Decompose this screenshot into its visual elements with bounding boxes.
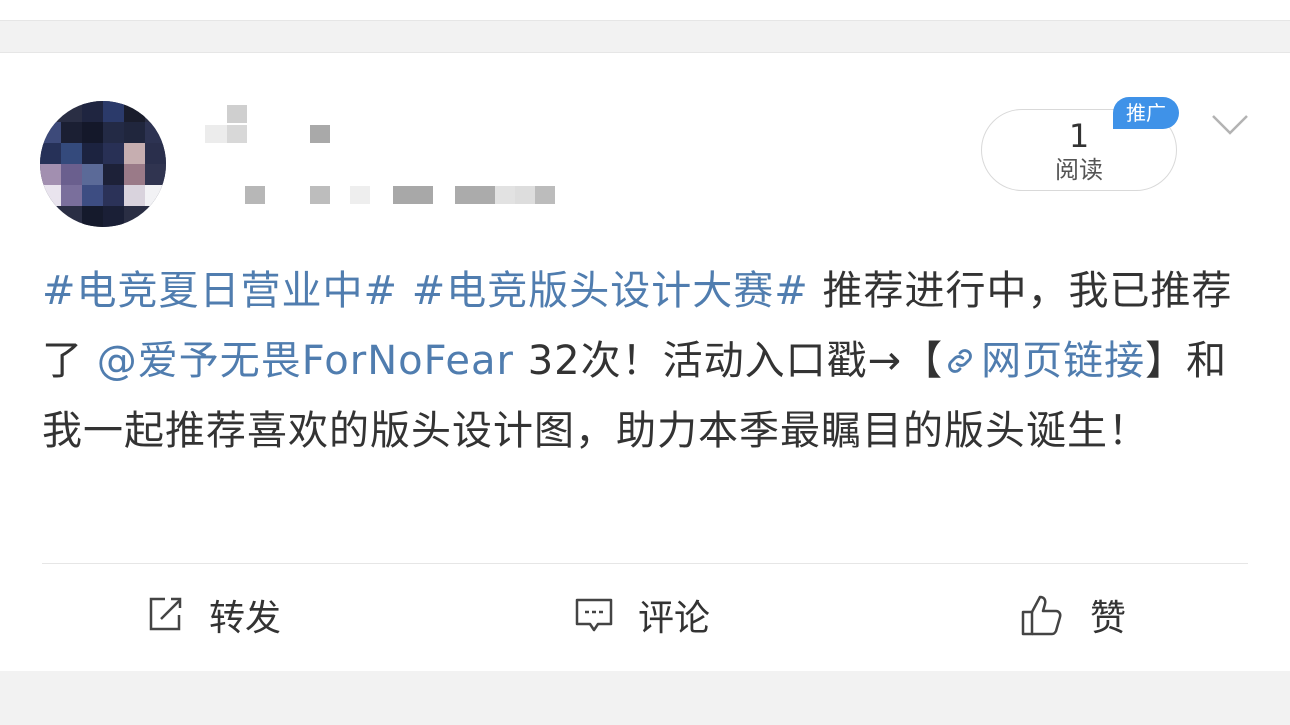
bracket-close: 】 xyxy=(1145,338,1187,384)
post-meta-blurred xyxy=(245,186,565,206)
comment-label: 评论 xyxy=(638,598,711,639)
like-label: 赞 xyxy=(1090,598,1127,639)
user-mention[interactable]: @爱予无畏ForNoFear xyxy=(97,338,514,384)
comment-button[interactable]: 评论 xyxy=(574,593,710,639)
read-label: 阅读 xyxy=(1055,156,1103,184)
weibo-post-card[interactable]: 1 阅读 推广 #电竞夏日营业中# #电竞版头设计大赛# 推荐进行中，我已推荐了… xyxy=(0,52,1290,672)
repost-label: 转发 xyxy=(209,598,282,639)
chevron-down-icon[interactable] xyxy=(1210,113,1250,137)
post-text: #电竞夏日营业中# #电竞版头设计大赛# 推荐进行中，我已推荐了 @爱予无畏Fo… xyxy=(42,256,1247,466)
avatar[interactable] xyxy=(40,101,166,227)
previous-card xyxy=(0,0,1290,21)
feed-gap xyxy=(0,671,1290,725)
bracket-open: 【 xyxy=(902,338,944,384)
link-icon xyxy=(948,349,973,373)
divider xyxy=(42,563,1248,564)
comment-icon xyxy=(575,598,613,632)
promo-tag: 推广 xyxy=(1113,97,1179,129)
thumbs-up-icon xyxy=(1021,595,1062,636)
web-link[interactable]: 网页链接 xyxy=(943,338,1145,384)
topic-link[interactable]: #电竞夏日营业中# xyxy=(42,268,398,314)
username-blurred[interactable] xyxy=(205,105,335,145)
repost-button[interactable]: 转发 xyxy=(145,593,281,639)
topic-link[interactable]: #电竞版头设计大赛# xyxy=(412,268,809,314)
web-link-label: 网页链接 xyxy=(981,338,1146,384)
post-text-segment: 32次！活动入口戳→ xyxy=(514,338,903,384)
edit-share-icon xyxy=(149,597,182,631)
like-button[interactable]: 赞 xyxy=(1020,593,1126,639)
